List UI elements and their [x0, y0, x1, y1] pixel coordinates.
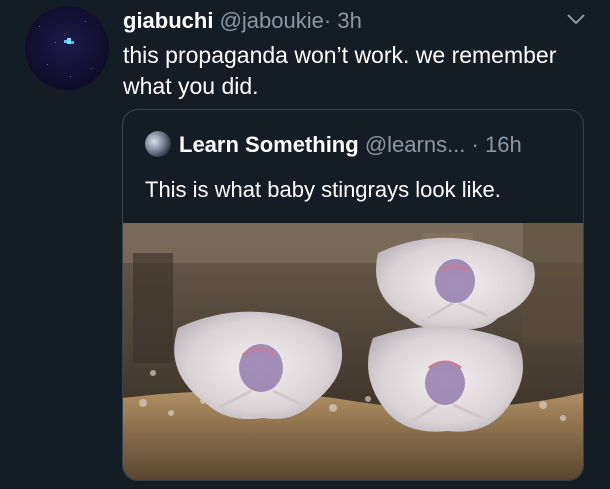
chevron-down-icon[interactable] [566, 12, 586, 26]
quoted-author-avatar [145, 131, 171, 158]
avatar-sprite-icon [64, 38, 74, 44]
tweet-time[interactable]: 3h [337, 8, 361, 33]
separator-dot: · [471, 132, 479, 157]
author-avatar[interactable] [25, 6, 109, 90]
quoted-tweet-text: This is what baby stingrays look like. [145, 177, 501, 202]
author-handle[interactable]: @jaboukie [220, 8, 324, 33]
separator-dot: · [323, 8, 332, 33]
quoted-author-handle: @learns... [364, 132, 466, 157]
tweet-header: giabuchi @jaboukie· 3h [123, 8, 580, 34]
quoted-tweet-time: 16h [484, 132, 522, 157]
quoted-tweet-header: Learn Something @learns... · 16h [145, 131, 522, 159]
stingray-photo[interactable] [123, 223, 583, 480]
quoted-tweet[interactable]: Learn Something @learns... · 16h This is… [122, 109, 584, 481]
author-name[interactable]: giabuchi [123, 8, 213, 33]
tweet-text: this propaganda won’t work. we remember … [123, 42, 557, 99]
quoted-author-name: Learn Something [179, 132, 359, 157]
